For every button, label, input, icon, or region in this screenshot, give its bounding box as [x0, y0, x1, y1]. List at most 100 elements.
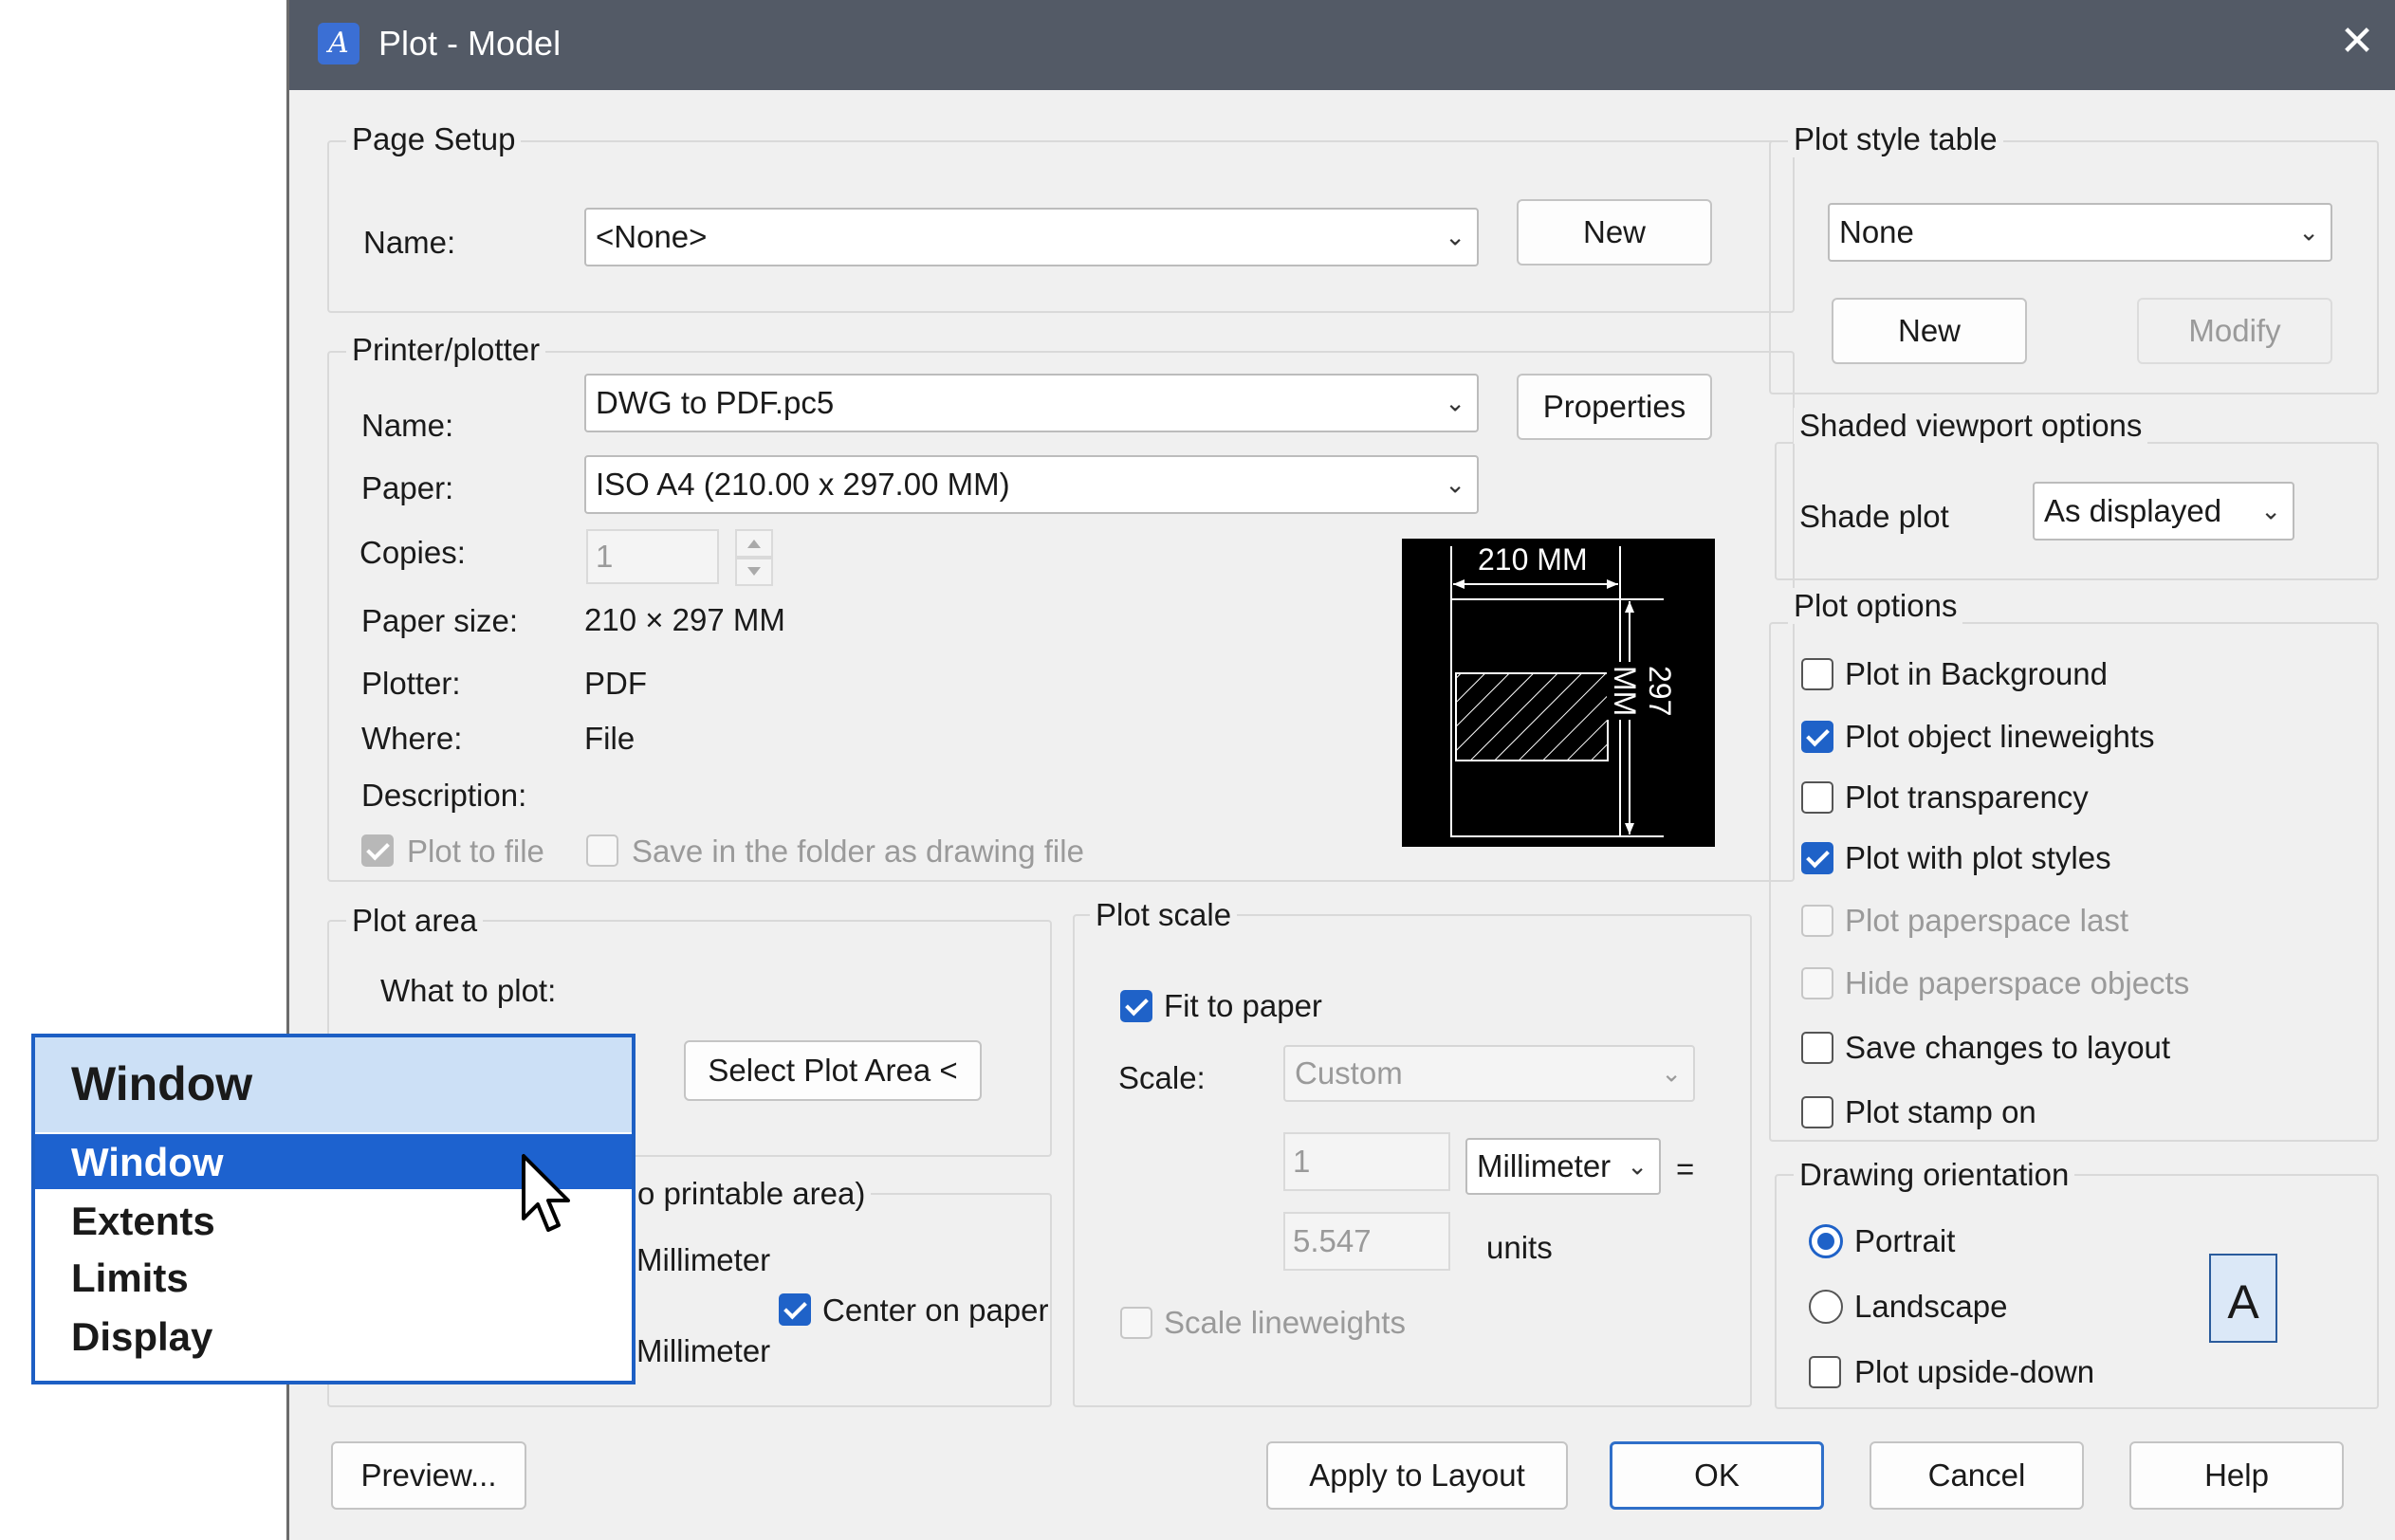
- preview-width-label: 210 MM: [1474, 542, 1592, 578]
- chevron-down-icon: ⌄: [1445, 469, 1465, 499]
- scale-lineweights-label: Scale lineweights: [1164, 1305, 1406, 1340]
- fit-to-paper-label: Fit to paper: [1164, 988, 1322, 1023]
- plot-option-checkbox[interactable]: [1801, 1096, 1833, 1128]
- paper-select[interactable]: ISO A4 (210.00 x 297.00 MM) ⌄: [584, 455, 1479, 514]
- offset-y-unit: Millimeter: [636, 1333, 771, 1368]
- scale-value-2-input[interactable]: 5.547: [1283, 1212, 1450, 1271]
- landscape-label: Landscape: [1854, 1289, 2008, 1324]
- printer-label: Printer/plotter: [346, 332, 546, 368]
- fit-to-paper-checkbox[interactable]: [1120, 990, 1152, 1022]
- save-in-folder-label: Save in the folder as drawing file: [632, 834, 1084, 869]
- plotter-label: Plotter:: [361, 666, 461, 701]
- plot-to-file-label: Plot to file: [407, 834, 544, 869]
- dropdown-option-display[interactable]: Display: [71, 1314, 212, 1360]
- apply-to-layout-button[interactable]: Apply to Layout: [1266, 1441, 1568, 1510]
- copies-spinner[interactable]: [735, 529, 773, 586]
- autocad-icon: A: [318, 23, 359, 64]
- plotter-value: PDF: [584, 666, 647, 701]
- plot-to-file-checkbox[interactable]: [361, 834, 394, 867]
- scale-unit-select[interactable]: Millimeter ⌄: [1465, 1138, 1661, 1195]
- window-title: Plot - Model: [378, 24, 562, 63]
- plot-option-checkbox[interactable]: [1801, 905, 1833, 937]
- plot-option-label: Plot stamp on: [1845, 1094, 2036, 1129]
- printer-properties-button[interactable]: Properties: [1517, 374, 1712, 440]
- offset-x-unit: Millimeter: [636, 1242, 771, 1277]
- what-to-plot-current[interactable]: Window: [35, 1037, 632, 1132]
- units-label: units: [1486, 1230, 1553, 1265]
- plot-option-label: Plot object lineweights: [1845, 719, 2155, 754]
- chevron-down-icon: ⌄: [2298, 217, 2319, 247]
- page-setup-name-label: Name:: [363, 225, 456, 260]
- close-icon[interactable]: ✕: [2329, 13, 2386, 70]
- plot-scale-label: Plot scale: [1090, 897, 1238, 933]
- plot-style-new-button[interactable]: New: [1832, 298, 2027, 364]
- select-plot-area-button[interactable]: Select Plot Area <: [684, 1040, 982, 1101]
- scale-value-1-input[interactable]: 1: [1283, 1132, 1450, 1191]
- shade-plot-select[interactable]: As displayed ⌄: [2033, 482, 2294, 541]
- paper-value: ISO A4 (210.00 x 297.00 MM): [596, 467, 1010, 502]
- paper-label: Paper:: [361, 470, 454, 505]
- plot-option-label: Plot transparency: [1845, 779, 2089, 815]
- copies-input[interactable]: 1: [586, 529, 719, 584]
- plot-option-checkbox[interactable]: [1801, 842, 1833, 874]
- plot-option-checkbox[interactable]: [1801, 967, 1833, 999]
- printer-name-value: DWG to PDF.pc5: [596, 385, 835, 420]
- description-label: Description:: [361, 778, 527, 813]
- page-setup-new-button[interactable]: New: [1517, 199, 1712, 266]
- shaded-viewport-label: Shaded viewport options: [1794, 408, 2148, 444]
- where-label: Where:: [361, 721, 463, 756]
- plot-upside-down-label: Plot upside-down: [1854, 1354, 2095, 1389]
- portrait-radio[interactable]: [1809, 1224, 1843, 1258]
- landscape-radio[interactable]: [1809, 1290, 1843, 1324]
- shade-plot-value: As displayed: [2044, 493, 2222, 528]
- plot-option-checkbox[interactable]: [1801, 1032, 1833, 1064]
- portrait-page-icon: A: [2209, 1254, 2277, 1343]
- chevron-down-icon: ⌄: [2260, 496, 2281, 525]
- scale-select[interactable]: Custom ⌄: [1283, 1045, 1695, 1102]
- page-setup-name-value: <None>: [596, 219, 708, 254]
- plot-area-label: Plot area: [346, 903, 484, 939]
- equals-sign: =: [1676, 1151, 1695, 1186]
- scale-label: Scale:: [1118, 1060, 1206, 1095]
- plot-style-select[interactable]: None ⌄: [1828, 203, 2332, 262]
- paper-size-label: Paper size:: [361, 603, 519, 638]
- dropdown-option-limits[interactable]: Limits: [71, 1256, 189, 1301]
- printer-name-label: Name:: [361, 408, 454, 443]
- portrait-label: Portrait: [1854, 1223, 1956, 1258]
- plot-style-value: None: [1839, 214, 1914, 249]
- chevron-down-icon: ⌄: [1627, 1151, 1648, 1181]
- plot-style-label: Plot style table: [1788, 121, 2003, 157]
- plot-option-checkbox[interactable]: [1801, 721, 1833, 753]
- mouse-cursor-icon: [522, 1154, 570, 1232]
- scale-value: Custom: [1295, 1055, 1403, 1091]
- page-setup-name-select[interactable]: <None> ⌄: [584, 208, 1479, 266]
- center-on-paper-checkbox[interactable]: [779, 1293, 811, 1326]
- plot-option-label: Plot in Background: [1845, 656, 2109, 691]
- orientation-label: Drawing orientation: [1794, 1157, 2075, 1193]
- plot-offset-label: o printable area): [632, 1176, 872, 1212]
- scale-lineweights-checkbox[interactable]: [1120, 1307, 1152, 1339]
- plot-style-modify-button[interactable]: Modify: [2137, 298, 2332, 364]
- chevron-down-icon: ⌄: [1661, 1058, 1682, 1088]
- plot-upside-down-checkbox[interactable]: [1809, 1356, 1841, 1388]
- preview-button[interactable]: Preview...: [331, 1441, 526, 1510]
- chevron-down-icon: ⌄: [1445, 222, 1465, 251]
- center-on-paper-label: Center on paper: [822, 1292, 1049, 1328]
- copies-label: Copies:: [359, 535, 466, 570]
- where-value: File: [584, 721, 636, 756]
- shade-plot-label: Shade plot: [1799, 499, 1949, 534]
- plot-option-checkbox[interactable]: [1801, 658, 1833, 690]
- paper-size-value: 210 × 297 MM: [584, 602, 785, 637]
- plot-option-label: Plot with plot styles: [1845, 840, 2111, 875]
- plot-option-checkbox[interactable]: [1801, 781, 1833, 814]
- printer-name-select[interactable]: DWG to PDF.pc5 ⌄: [584, 374, 1479, 432]
- preview-height-label: 297 MM: [1607, 662, 1677, 721]
- save-in-folder-checkbox[interactable]: [586, 834, 618, 867]
- title-bar: A Plot - Model ✕: [289, 0, 2395, 90]
- help-button[interactable]: Help: [2129, 1441, 2344, 1510]
- cancel-button[interactable]: Cancel: [1870, 1441, 2084, 1510]
- chevron-down-icon: ⌄: [1445, 388, 1465, 417]
- dropdown-option-extents[interactable]: Extents: [71, 1199, 215, 1244]
- plot-option-label: Save changes to layout: [1845, 1030, 2171, 1065]
- ok-button[interactable]: OK: [1610, 1441, 1824, 1510]
